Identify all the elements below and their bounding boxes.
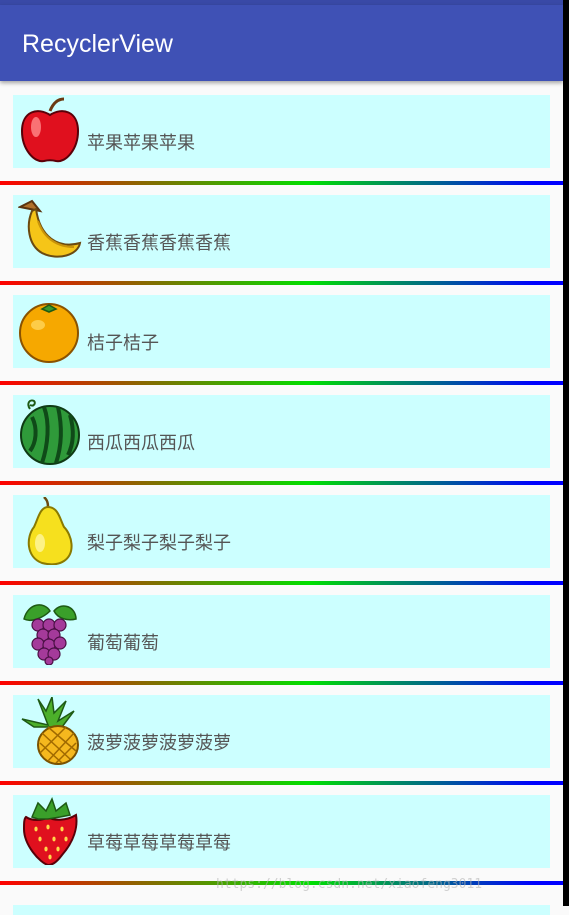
fruit-name: 西瓜西瓜西瓜 [87, 433, 195, 454]
strawberry-icon [18, 797, 82, 865]
list-item[interactable]: 草莓草莓草莓草莓 [0, 781, 563, 885]
orange-icon [18, 297, 82, 365]
fruit-name: 葡萄葡萄 [87, 633, 159, 654]
fruit-card[interactable]: 葡萄葡萄 [13, 595, 550, 668]
list-item[interactable]: 西瓜西瓜西瓜 [0, 381, 563, 485]
fruit-card[interactable]: 西瓜西瓜西瓜 [13, 395, 550, 468]
fruit-name: 梨子梨子梨子梨子 [87, 533, 231, 554]
pineapple-icon [18, 697, 82, 765]
fruit-name: 菠萝菠萝菠萝菠萝 [87, 733, 231, 754]
fruit-card[interactable]: 梨子梨子梨子梨子 [13, 495, 550, 568]
fruit-name: 草莓草莓草莓草莓 [87, 833, 231, 854]
grape-icon [18, 597, 82, 665]
watermelon-icon [18, 397, 82, 465]
fruit-name: 苹果苹果苹果 [87, 133, 195, 154]
screen-edge [563, 0, 569, 906]
fruit-card[interactable]: 菠萝菠萝菠萝菠萝 [13, 695, 550, 768]
app-bar: RecyclerView [0, 5, 563, 81]
app-title: RecyclerView [22, 30, 173, 58]
list-item[interactable]: 菠萝菠萝菠萝菠萝 [0, 681, 563, 785]
list-item[interactable]: 香蕉香蕉香蕉香蕉 [0, 181, 563, 285]
fruit-card[interactable]: 香蕉香蕉香蕉香蕉 [13, 195, 550, 268]
recycler-list[interactable]: 苹果苹果苹果 香蕉香蕉香蕉香蕉 桔子桔子 西瓜西瓜西瓜 梨子梨子梨子梨子 葡萄葡… [0, 81, 563, 906]
list-item-partial[interactable] [13, 905, 550, 915]
banana-icon [18, 197, 82, 265]
list-item[interactable]: 葡萄葡萄 [0, 581, 563, 685]
list-item[interactable]: 桔子桔子 [0, 281, 563, 385]
apple-icon [18, 97, 82, 165]
fruit-card[interactable]: 桔子桔子 [13, 295, 550, 368]
pear-icon [18, 497, 82, 565]
fruit-name: 桔子桔子 [87, 333, 159, 354]
watermark: https://blog.csdn.net/xiaofeng3011 [216, 877, 483, 892]
fruit-card[interactable]: 苹果苹果苹果 [13, 95, 550, 168]
fruit-name: 香蕉香蕉香蕉香蕉 [87, 233, 231, 254]
list-item[interactable]: 苹果苹果苹果 [0, 81, 563, 185]
list-item[interactable]: 梨子梨子梨子梨子 [0, 481, 563, 585]
fruit-card[interactable]: 草莓草莓草莓草莓 [13, 795, 550, 868]
